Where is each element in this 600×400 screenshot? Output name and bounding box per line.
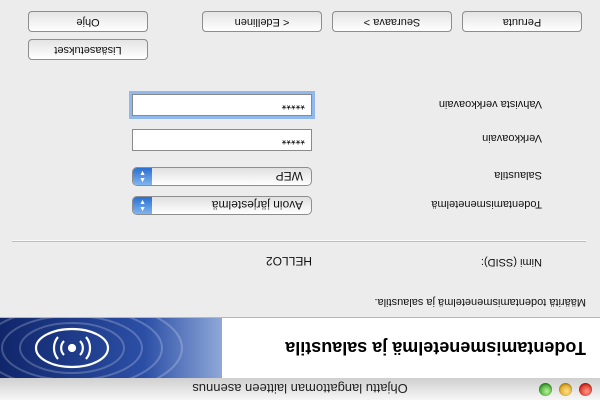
title-bar[interactable]: Ohjattu langattoman laitteen asennus [0,377,600,400]
wizard-window: Ohjattu langattoman laitteen asennus Tod… [0,0,600,400]
up-down-arrows-icon: ▲ ▼ [133,197,152,214]
auth-method-select[interactable]: Avoin järjestelmä ▲ ▼ [132,196,312,215]
network-key-label: Verkkoavain [482,132,542,144]
up-down-arrows-icon: ▲ ▼ [133,168,152,185]
confirm-key-field[interactable] [132,94,312,116]
auth-method-value: Avoin järjestelmä [211,198,303,212]
confirm-key-label: Vahvista verkkoavain [438,98,542,110]
network-key-field[interactable] [132,129,312,151]
back-button[interactable]: < Edellinen [202,11,322,32]
help-button[interactable]: Ohje [28,11,148,32]
instructions-text: Määritä todentamismenetelmä ja salaustil… [374,296,586,308]
auth-method-label: Todentamismenetelmä [431,198,542,210]
ssid-label: Nimi (SSID): [480,256,542,268]
window-title: Ohjattu langattoman laitteen asennus [192,381,408,396]
ssid-value: HELLO2 [265,254,312,268]
header-banner: Todentamismenetelmä ja salaustila [0,317,600,378]
banner-art [0,318,222,378]
advanced-settings-button[interactable]: Lisäasetukset [28,39,148,60]
encryption-value: WEP [275,169,303,183]
encryption-label: Salaustila [494,169,542,181]
separator [12,240,586,242]
encryption-select[interactable]: WEP ▲ ▼ [132,167,312,186]
next-button[interactable]: Seuraava > [332,11,452,32]
page-title: Todentamismenetelmä ja salaustila [285,338,586,358]
cancel-button[interactable]: Peruuta [462,11,582,32]
